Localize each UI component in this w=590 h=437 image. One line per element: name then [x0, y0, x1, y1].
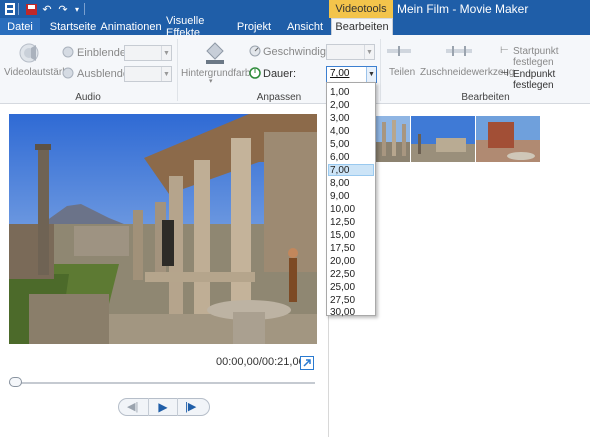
duration-option[interactable]: 1,00	[330, 87, 349, 98]
group-separator	[177, 39, 178, 101]
duration-option[interactable]: 6,00	[330, 152, 349, 163]
speed-icon	[249, 45, 261, 60]
undo-icon[interactable]: ↶	[40, 2, 54, 16]
qat-divider	[18, 3, 19, 15]
qat-divider-2	[84, 3, 85, 15]
fade-in-icon	[62, 46, 74, 61]
preview-frame	[9, 114, 317, 344]
duration-option[interactable]: 20,00	[330, 256, 355, 267]
videotools-context-header: Videotools	[329, 0, 393, 18]
background-color-label[interactable]: Hintergrundfarbe	[181, 68, 256, 79]
duration-option[interactable]: 7,00	[330, 165, 349, 176]
redo-icon[interactable]: ↷	[56, 2, 70, 16]
set-end-icon[interactable]: ⊣	[500, 68, 509, 79]
edit-group-label: Bearbeiten	[461, 92, 510, 103]
duration-option[interactable]: 15,00	[330, 230, 355, 241]
video-volume-icon[interactable]	[18, 42, 40, 67]
duration-option[interactable]: 5,00	[330, 139, 349, 150]
set-start-label[interactable]: Startpunkt festlegen	[513, 46, 590, 68]
seek-track[interactable]	[9, 382, 315, 384]
tab-visuelle-effekte[interactable]: Visuelle Effekte	[166, 15, 232, 39]
duration-option[interactable]: 12,50	[330, 217, 355, 228]
customize-qat-icon[interactable]: ▾	[70, 2, 84, 16]
app-icon	[3, 2, 17, 16]
duration-option[interactable]: 10,00	[330, 204, 355, 215]
duration-option[interactable]: 4,00	[330, 126, 349, 137]
tab-projekt[interactable]: Projekt	[233, 18, 275, 35]
tab-startseite[interactable]: Startseite	[47, 18, 99, 35]
duration-option[interactable]: 9,00	[330, 191, 349, 202]
chevron-down-icon: ▼	[161, 67, 171, 81]
speed-select[interactable]: ▼	[326, 44, 375, 60]
chevron-down-icon[interactable]: ▾	[209, 77, 213, 85]
tab-ansicht[interactable]: Ansicht	[282, 18, 328, 35]
next-frame-icon[interactable]: |▶	[185, 400, 196, 413]
duration-value[interactable]: 7,00	[330, 68, 349, 79]
clip-thumbnails	[376, 116, 540, 162]
duration-option[interactable]: 25,00	[330, 282, 355, 293]
fullscreen-icon[interactable]	[300, 356, 314, 373]
chevron-down-icon: ▼	[161, 46, 171, 60]
duration-icon	[249, 67, 261, 82]
split-label[interactable]: Teilen	[389, 67, 415, 78]
set-start-icon[interactable]: ⊢	[500, 45, 509, 56]
fade-out-icon	[62, 67, 74, 82]
tab-datei[interactable]: Datei	[0, 18, 40, 35]
set-end-label[interactable]: Endpunkt festlegen	[513, 69, 590, 91]
paint-bucket-icon[interactable]	[202, 39, 228, 68]
chevron-down-icon: ▼	[364, 45, 374, 59]
ribbon: Videolautstärke Einblenden: ▼ Ausblenden…	[0, 35, 590, 104]
tab-bearbeiten[interactable]: Bearbeiten	[331, 18, 393, 35]
window-title: Mein Film - Movie Maker	[397, 2, 529, 16]
duration-option[interactable]: 22,50	[330, 269, 355, 280]
duration-option[interactable]: 8,00	[330, 178, 349, 189]
duration-option[interactable]: 2,00	[330, 100, 349, 111]
previous-frame-icon[interactable]: ◀|	[127, 400, 138, 413]
trim-tool-icon[interactable]	[446, 46, 472, 59]
seek-thumb[interactable]	[9, 377, 22, 387]
storyboard-clip[interactable]	[376, 116, 540, 162]
video-preview[interactable]	[9, 114, 317, 344]
time-display: 00:00,00/00:21,00	[216, 356, 305, 368]
split-icon[interactable]	[387, 46, 411, 59]
duration-dropdown-list[interactable]: 1,00 2,00 3,00 4,00 5,00 6,00 7,00 8,00 …	[326, 82, 376, 318]
duration-option[interactable]: 17,50	[330, 243, 355, 254]
fade-out-select[interactable]: ▼	[124, 66, 172, 82]
audio-group-label: Audio	[75, 92, 101, 103]
duration-label: Dauer:	[263, 68, 297, 80]
duration-combobox[interactable]: 7,00 ▼	[326, 66, 377, 83]
ribbon-tabs: Datei Startseite Animationen Visuelle Ef…	[0, 15, 590, 39]
title-bar: ↶ ↷ ▾ Videotools Mein Film - Movie Maker	[0, 0, 590, 18]
save-icon[interactable]	[24, 2, 38, 16]
chevron-down-icon[interactable]: ▼	[366, 67, 376, 82]
duration-option[interactable]: 3,00	[330, 113, 349, 124]
tab-animationen[interactable]: Animationen	[100, 18, 161, 35]
duration-option[interactable]: 27,50	[330, 295, 355, 306]
play-button[interactable]: ▶	[148, 398, 178, 416]
fade-in-select[interactable]: ▼	[124, 45, 172, 61]
duration-option[interactable]: 30,00	[330, 307, 355, 318]
